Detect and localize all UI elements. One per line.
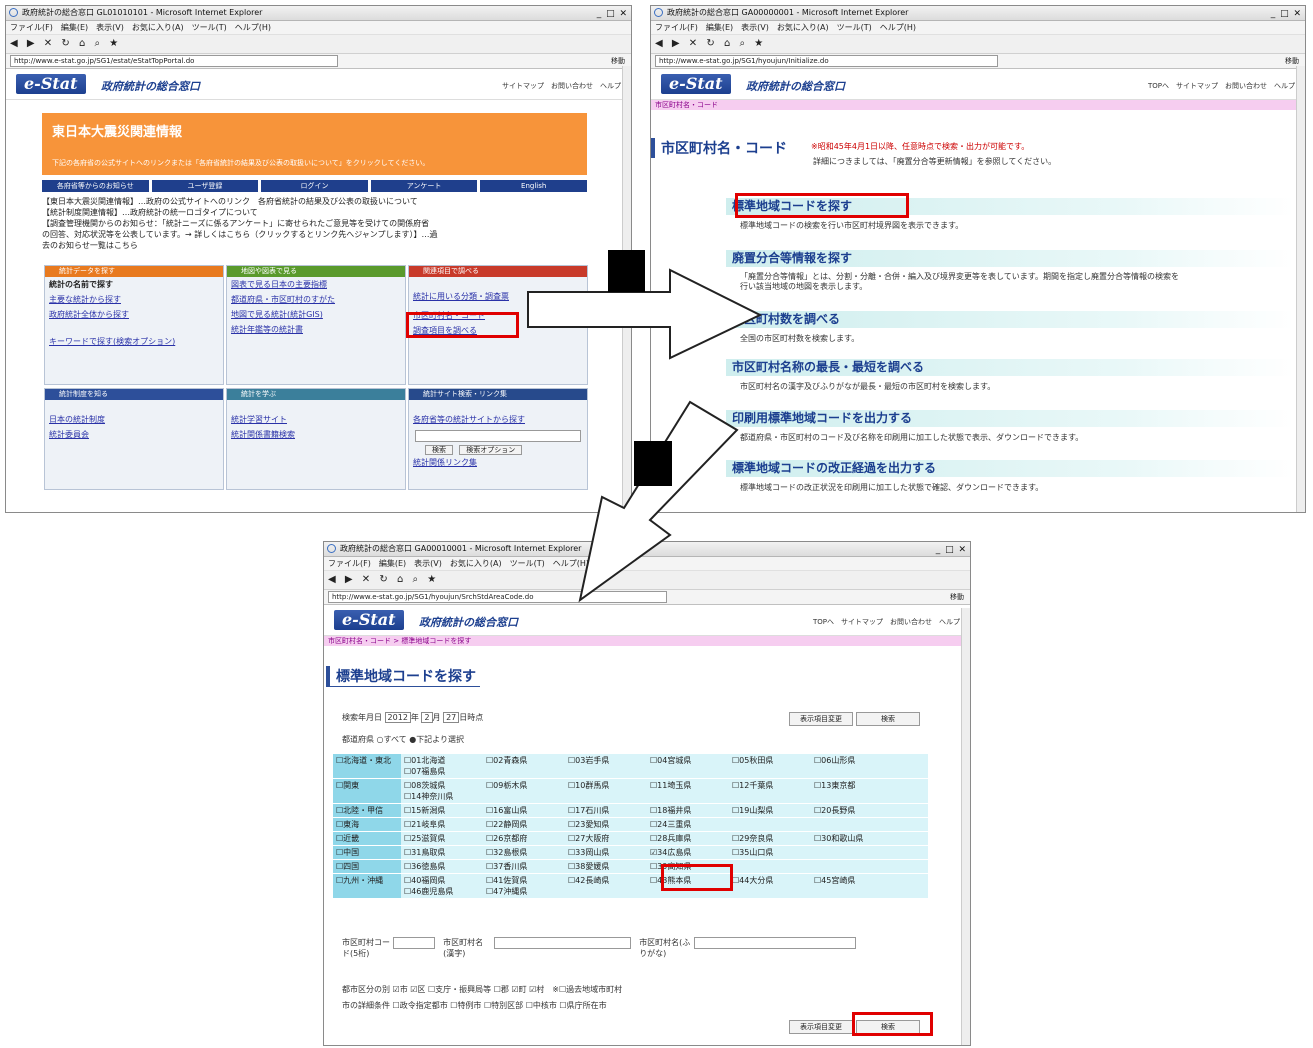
flow-arrows xyxy=(527,250,763,603)
arrow-down-shape xyxy=(578,400,739,603)
arrow-down-marker xyxy=(634,441,672,486)
arrow-right-marker xyxy=(608,250,645,292)
